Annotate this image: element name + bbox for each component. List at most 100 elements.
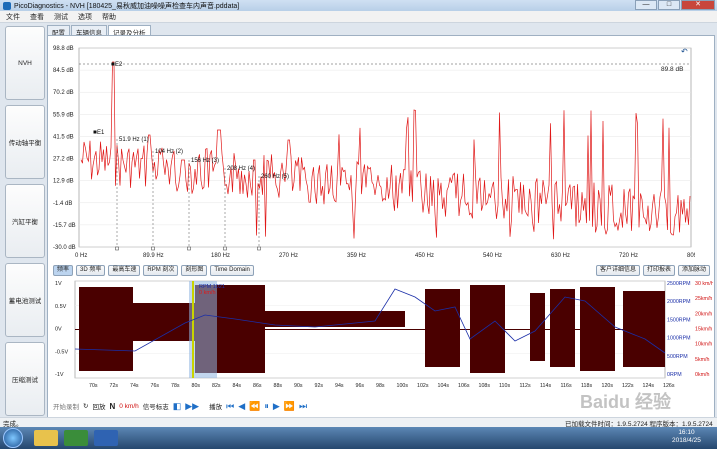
zoom-reset-icon[interactable]: ↶ (681, 47, 688, 56)
status-bar: 完成。 已加载文件时间：1.9.5.2724 程序版本：1.9.5.2724 (0, 417, 717, 428)
system-clock: 16:10 2018/4/25 (672, 429, 701, 444)
x-tick-label: 74s (130, 383, 139, 389)
x-tick-label: 809 Hz (687, 253, 695, 259)
x-tick-label: 88s (274, 383, 283, 389)
x-tick-label: 92s (315, 383, 324, 389)
sidebar-item-driveshaft[interactable]: 传动轴平衡 (5, 105, 45, 179)
waveform-chart[interactable]: RPM 1021 0 km/h 1V0.5V0V-0.5V-1V 2500RPM… (53, 279, 713, 396)
rpm-tick-label: 2500RPM (667, 281, 691, 287)
marker-label: 156 Hz (3) (191, 158, 219, 164)
x-tick-label: 72s (110, 383, 119, 389)
sidebar-item-compression[interactable]: 压缩测试 (5, 342, 45, 416)
analysis-toolbar: 频率 3D 频率 最高车速 RPM 刻次 刻形图 Time Domain 客户详… (53, 264, 713, 276)
sidebar-item-cylinder[interactable]: 汽缸平衡 (5, 184, 45, 258)
sidebar-item-nvh[interactable]: NVH (5, 26, 45, 100)
loop-label: 回放 (92, 404, 106, 411)
speed-tick-label: 5km/h (695, 357, 709, 363)
harmonic-marker-handle[interactable] (257, 246, 261, 251)
x-tick-label: 96s (356, 383, 365, 389)
add-pulse-button[interactable]: 添加脉动 (677, 264, 710, 276)
x-tick-label: 720 Hz (619, 253, 638, 259)
max-speed-button[interactable]: 最高车速 (108, 264, 141, 276)
app-icon (3, 1, 11, 10)
menu-test[interactable]: 测试 (54, 12, 68, 22)
y-left-tick-label: -0.5V (55, 349, 68, 355)
time-domain-button[interactable]: Time Domain (210, 264, 254, 276)
x-tick-label: 89.9 Hz (143, 253, 164, 259)
harmonic-marker-handle[interactable] (187, 246, 191, 251)
rpm-tick-label: 1000RPM (667, 336, 691, 342)
loop-icon[interactable]: ↻ (83, 402, 88, 410)
speed-readout: 0 km/h (119, 402, 139, 410)
harmonic-marker-handle[interactable] (115, 246, 119, 251)
x-tick-label: 102s (417, 383, 429, 389)
minimize-button[interactable]: — (635, 0, 657, 10)
tab-strip: 配置 车辆信息 记录及分析 (47, 25, 152, 37)
print-report-button[interactable]: 打印报表 (642, 264, 675, 276)
x-tick-label: 112s (520, 383, 531, 389)
speed-tick-label: 20km/h (695, 311, 712, 317)
explorer-taskbar-icon[interactable] (34, 430, 58, 446)
maximize-button[interactable]: □ (658, 0, 680, 10)
play-icon[interactable]: ▶ (273, 401, 280, 412)
tab-config[interactable]: 配置 (47, 25, 70, 37)
skip-end-icon[interactable]: ⏭ (299, 401, 307, 412)
x-tick-label: 104s (438, 383, 450, 389)
y-left-tick-label: 0V (55, 327, 62, 333)
step-back-icon[interactable]: ⏪ (249, 401, 260, 412)
y-left-tick-label: -1V (55, 372, 64, 378)
reference-line-label: 89.8 dB (661, 66, 683, 73)
3d-frequency-button[interactable]: 3D 频率 (76, 264, 106, 276)
rpm-tick-label: 0RPM (667, 372, 682, 378)
customer-details-button[interactable]: 客户详细信息 (595, 264, 640, 276)
step-forward-icon[interactable]: ⏩ (284, 401, 295, 412)
rpm-order-button[interactable]: RPM 刻次 (143, 264, 179, 276)
x-tick-label: 108s (479, 383, 491, 389)
signal-burst (265, 311, 375, 327)
speed-tick-label: 15km/h (695, 327, 712, 333)
browser-taskbar-icon[interactable] (94, 430, 118, 446)
waveform-button[interactable]: 刻形图 (181, 264, 208, 276)
harmonic-marker-handle[interactable] (223, 246, 227, 251)
y-left-tick-label: 1V (55, 281, 62, 287)
speed-tick-label: 25km/h (695, 296, 712, 302)
spectrum-chart[interactable]: 98.8 dB 84.5 dB 70.2 dB 55.9 dB 41.5 dB 27.2 … (53, 40, 695, 262)
flag-forward-icon[interactable]: ▶▶ (185, 401, 199, 412)
x-tick-label: 114s (540, 383, 551, 389)
tab-record-analysis[interactable]: 记录及分析 (108, 25, 151, 37)
close-button[interactable]: ✕ (681, 0, 715, 10)
speed-tick-label: 10km/h (695, 342, 712, 348)
flag-back-icon[interactable]: ◧ (173, 401, 182, 412)
skip-start-icon[interactable]: ⏮ (226, 401, 234, 412)
signal-burst (133, 303, 195, 341)
playback-label: 播放 (209, 404, 223, 411)
record-button[interactable]: 开始录制 (53, 401, 79, 411)
x-tick-label: 84s (233, 383, 242, 389)
sidebar-item-battery[interactable]: 蓄电池测试 (5, 263, 45, 337)
marker-label: 208 Hz (4) (227, 166, 255, 172)
y-tick-label: 27.2 dB (53, 157, 74, 163)
y-tick-label: -15.7 dB (53, 223, 76, 229)
x-tick-label: 180 Hz (211, 253, 230, 259)
y-tick-label: -1.4 dB (53, 201, 72, 207)
rewind-icon[interactable]: ◀ (238, 401, 245, 412)
marker-label: E2 (115, 62, 123, 68)
frequency-button[interactable]: 频率 (53, 264, 74, 276)
menu-bar: 文件 查看 测试 选项 帮助 (0, 11, 717, 23)
harmonic-marker-handle[interactable] (151, 246, 155, 251)
watermark: Baidu 经验 (580, 392, 672, 412)
tab-vehicle-info[interactable]: 车辆信息 (71, 25, 107, 37)
x-tick-label: 0 Hz (75, 253, 87, 259)
picodiag-taskbar-icon[interactable] (64, 430, 88, 446)
rpm-tick-label: 500RPM (667, 354, 688, 360)
x-tick-label: 76s (151, 383, 160, 389)
y-tick-label: 70.2 dB (53, 90, 74, 96)
y-left-tick-label: 0.5V (55, 304, 67, 310)
pause-icon[interactable]: ⏸ (264, 401, 269, 412)
y-tick-label: 41.5 dB (53, 134, 74, 140)
menu-help[interactable]: 帮助 (102, 12, 116, 22)
start-button[interactable] (3, 428, 23, 448)
menu-options[interactable]: 选项 (78, 12, 92, 22)
menu-view[interactable]: 查看 (30, 12, 44, 22)
menu-file[interactable]: 文件 (6, 12, 20, 22)
